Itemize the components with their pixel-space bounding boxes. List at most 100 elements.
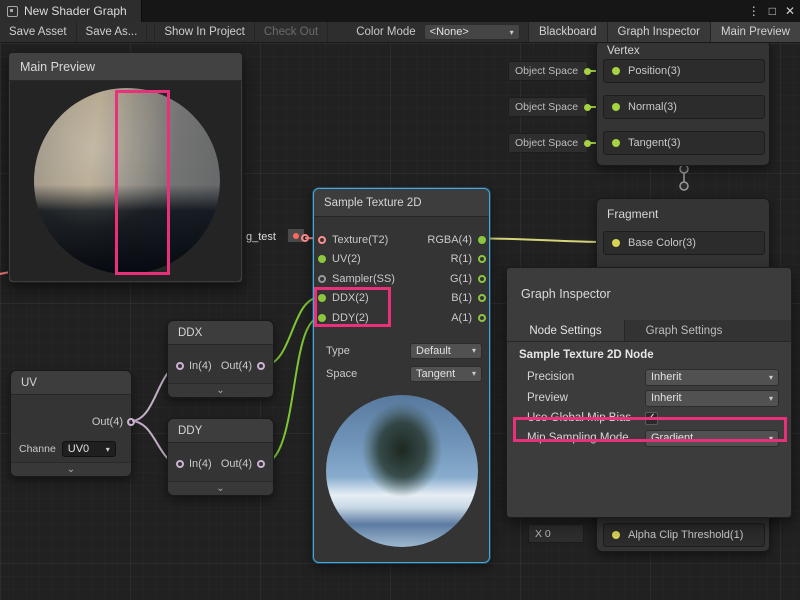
maximize-icon[interactable]: □ xyxy=(769,4,776,18)
tab-node-settings[interactable]: Node Settings xyxy=(507,320,625,341)
normal-port-label: Normal(3) xyxy=(628,101,677,113)
vertex-node[interactable]: Vertex Position(3) Normal(3) Tangent(3) xyxy=(596,43,770,166)
mip-bias-label: Use Global Mip Bias xyxy=(527,412,631,424)
collapse-chevron[interactable]: ⌄ xyxy=(11,462,131,476)
color-mode-dropdown[interactable]: <None> ▾ xyxy=(424,24,520,40)
sample-texture-2d-node[interactable]: Sample Texture 2D Texture(T2) UV(2) Samp… xyxy=(313,188,490,563)
texture-port-label: Texture(T2) xyxy=(332,234,388,246)
out-port-label: Out(4) xyxy=(221,360,252,372)
normal-port-icon[interactable] xyxy=(612,103,620,111)
save-as-button[interactable]: Save As... xyxy=(77,22,148,42)
port-g[interactable]: G(1) xyxy=(408,269,486,289)
tangent-port-label: Tangent(3) xyxy=(628,137,681,149)
ddy-port-icon[interactable] xyxy=(318,314,326,322)
mip-bias-checkbox[interactable]: ✓ xyxy=(645,412,658,425)
base-color-port-icon[interactable] xyxy=(612,239,620,247)
ddx-node[interactable]: DDX In(4) Out(4) ⌄ xyxy=(167,320,274,398)
port-r[interactable]: R(1) xyxy=(408,250,486,270)
blackboard-toggle-button[interactable]: Blackboard xyxy=(528,22,607,42)
tab-new-shader-graph[interactable]: New Shader Graph xyxy=(0,0,142,22)
rgba-port-icon[interactable] xyxy=(478,236,486,244)
fragment-port-base-color[interactable]: Base Color(3) xyxy=(603,231,765,255)
main-preview-toggle-button[interactable]: Main Preview xyxy=(710,22,800,42)
check-out-button[interactable]: Check Out xyxy=(255,22,328,42)
precision-dropdown[interactable]: Inherit ▾ xyxy=(645,369,779,386)
port-a[interactable]: A(1) xyxy=(408,308,486,328)
ddx-out-port[interactable]: Out(4) xyxy=(221,360,265,372)
object-space-dropdown-position[interactable]: Object Space xyxy=(508,61,588,81)
uv-out-port[interactable]: Out(4) xyxy=(92,416,123,428)
collapse-chevron[interactable]: ⌄ xyxy=(168,383,273,397)
b-port-icon[interactable] xyxy=(478,294,486,302)
space-label: Space xyxy=(326,368,357,380)
port-sampler[interactable]: Sampler(SS) xyxy=(318,269,418,289)
in-port-icon[interactable] xyxy=(176,460,184,468)
uv-port-icon[interactable] xyxy=(318,255,326,263)
r-port-icon[interactable] xyxy=(478,255,486,263)
color-mode-value: <None> xyxy=(430,26,469,38)
dropdown-arrow-icon: ▾ xyxy=(472,346,476,355)
main-preview-body xyxy=(10,81,241,281)
texture-port-icon[interactable] xyxy=(318,236,326,244)
tab-graph-settings[interactable]: Graph Settings xyxy=(625,320,743,341)
kebab-menu-icon[interactable]: ⋮ xyxy=(748,4,760,18)
type-label: Type xyxy=(326,345,350,357)
rgba-port-label: RGBA(4) xyxy=(427,234,472,246)
texture-asset-icon xyxy=(293,233,299,239)
chevron-down-icon: ⌄ xyxy=(216,484,224,494)
alpha-clip-port-icon[interactable] xyxy=(612,531,620,539)
port-ddx[interactable]: DDX(2) xyxy=(318,289,418,309)
port-ddy[interactable]: DDY(2) xyxy=(318,308,418,328)
space-dropdown[interactable]: Tangent ▾ xyxy=(410,366,482,382)
in-port-icon[interactable] xyxy=(176,362,184,370)
fragment-port-alpha-clip[interactable]: Alpha Clip Threshold(1) xyxy=(603,523,765,547)
uv-node[interactable]: UV Out(4) Channe UV0 ▾ ⌄ xyxy=(10,370,132,477)
ddx-in-port[interactable]: In(4) xyxy=(176,360,212,372)
main-preview-title[interactable]: Main Preview xyxy=(9,53,242,81)
out-port-icon[interactable] xyxy=(257,460,265,468)
alpha-clip-port-label: Alpha Clip Threshold(1) xyxy=(628,529,743,541)
position-port-label: Position(3) xyxy=(628,65,681,77)
texture-property-out-port[interactable] xyxy=(301,234,309,242)
port-uv[interactable]: UV(2) xyxy=(318,250,418,270)
collapse-chevron[interactable]: ⌄ xyxy=(168,481,273,495)
dropdown-arrow-icon: ▾ xyxy=(769,394,773,403)
type-dropdown[interactable]: Default ▾ xyxy=(410,343,482,359)
vertex-port-position[interactable]: Position(3) xyxy=(603,59,765,83)
wire-rgba-to-basecolor[interactable] xyxy=(483,239,606,243)
sampler-port-icon[interactable] xyxy=(318,275,326,283)
graph-inspector-toggle-button[interactable]: Graph Inspector xyxy=(607,22,710,42)
object-space-dropdown-tangent[interactable]: Object Space xyxy=(508,133,588,153)
port-texture[interactable]: Texture(T2) xyxy=(318,230,418,250)
graph-canvas[interactable]: Vertex Position(3) Normal(3) Tangent(3) … xyxy=(0,43,800,600)
port-b[interactable]: B(1) xyxy=(408,289,486,309)
ddy-in-port[interactable]: In(4) xyxy=(176,458,212,470)
alpha-clip-value-field[interactable]: X 0 xyxy=(528,524,584,543)
ddx-port-icon[interactable] xyxy=(318,294,326,302)
dropdown-arrow-icon: ▾ xyxy=(106,445,110,454)
tangent-port-icon[interactable] xyxy=(612,139,620,147)
inspector-node-title: Sample Texture 2D Node xyxy=(519,349,654,361)
precision-value: Inherit xyxy=(651,371,682,383)
graph-inspector-title[interactable]: Graph Inspector xyxy=(507,268,791,320)
show-in-project-button[interactable]: Show In Project xyxy=(154,22,255,42)
close-icon[interactable]: ✕ xyxy=(785,4,795,18)
ddy-node[interactable]: DDY In(4) Out(4) ⌄ xyxy=(167,418,274,496)
alpha-clip-value: X 0 xyxy=(535,528,551,540)
ddx-port-label: DDX(2) xyxy=(332,292,369,304)
preview-dropdown[interactable]: Inherit ▾ xyxy=(645,390,779,407)
g-port-icon[interactable] xyxy=(478,275,486,283)
channel-dropdown[interactable]: UV0 ▾ xyxy=(62,441,116,457)
position-port-icon[interactable] xyxy=(612,67,620,75)
save-asset-button[interactable]: Save Asset xyxy=(0,22,77,42)
object-space-dropdown-normal[interactable]: Object Space xyxy=(508,97,588,117)
mip-sampling-mode-dropdown[interactable]: Gradient ▾ xyxy=(645,430,779,447)
shader-graph-window: New Shader Graph ⋮ □ ✕ Save Asset Save A… xyxy=(0,0,800,600)
a-port-icon[interactable] xyxy=(478,314,486,322)
uv-out-port-icon[interactable] xyxy=(127,418,135,426)
port-rgba[interactable]: RGBA(4) xyxy=(408,230,486,250)
vertex-port-tangent[interactable]: Tangent(3) xyxy=(603,131,765,155)
vertex-port-normal[interactable]: Normal(3) xyxy=(603,95,765,119)
out-port-icon[interactable] xyxy=(257,362,265,370)
ddy-out-port[interactable]: Out(4) xyxy=(221,458,265,470)
